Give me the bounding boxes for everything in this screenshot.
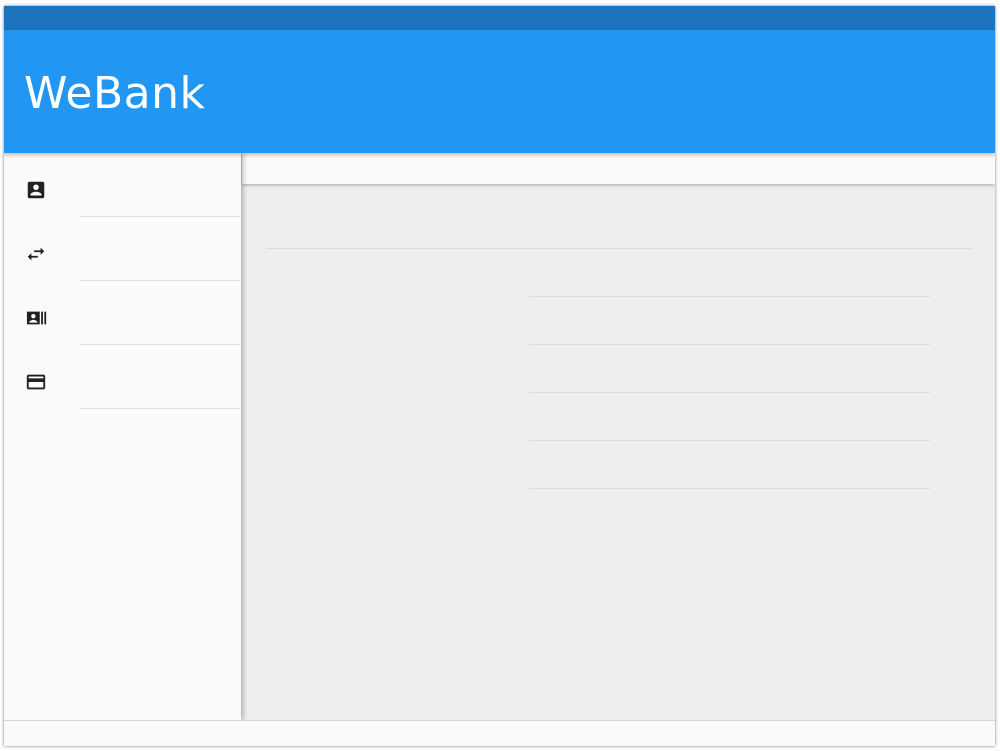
nav-drawer bbox=[4, 153, 241, 720]
content-divider bbox=[266, 248, 973, 249]
detail-row-divider bbox=[529, 488, 930, 489]
nav-item-cards[interactable] bbox=[4, 345, 241, 409]
credit-card-icon bbox=[25, 371, 47, 393]
divider bbox=[80, 408, 240, 409]
nav-item-contacts[interactable] bbox=[4, 281, 241, 345]
detail-row-divider bbox=[529, 344, 930, 345]
status-bar bbox=[4, 6, 995, 30]
account-box-icon bbox=[25, 179, 47, 201]
content-toolbar bbox=[242, 153, 995, 184]
nav-item-transfers[interactable] bbox=[4, 217, 241, 281]
app-bar: WeBank bbox=[4, 30, 995, 153]
detail-row-divider bbox=[529, 296, 930, 297]
detail-row-divider bbox=[529, 392, 930, 393]
swap-horiz-icon bbox=[25, 243, 47, 265]
bottom-bar bbox=[4, 720, 995, 746]
nav-item-account[interactable] bbox=[4, 153, 241, 217]
content-area bbox=[242, 185, 995, 720]
detail-row-divider bbox=[529, 440, 930, 441]
contacts-list-icon bbox=[25, 307, 47, 329]
app-window: WeBank bbox=[4, 6, 995, 746]
app-title: WeBank bbox=[24, 68, 206, 119]
